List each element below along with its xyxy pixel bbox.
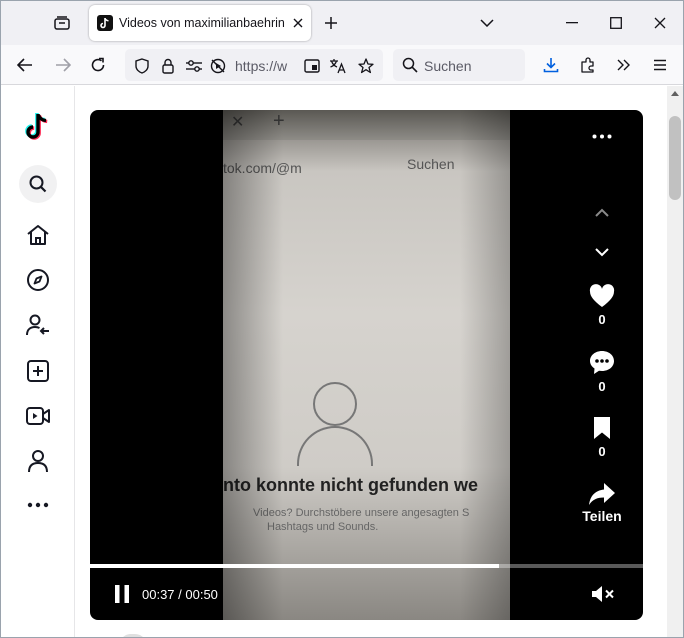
bookmark-icon[interactable] <box>592 416 612 440</box>
share-action[interactable]: Teilen <box>582 482 622 524</box>
shield-icon[interactable] <box>133 57 151 75</box>
video-frame-text: Hashtags und Sounds. <box>267 521 379 533</box>
home-icon[interactable] <box>19 216 57 254</box>
share-label: Teilen <box>582 508 622 524</box>
lock-icon[interactable] <box>159 57 177 75</box>
video-frame-detail <box>297 426 373 466</box>
save-count: 0 <box>598 444 606 459</box>
chevron-down-icon[interactable] <box>475 11 499 35</box>
tab-active[interactable]: Videos von maximilianbaehring <box>89 5 311 41</box>
video-frame-text: Suchen <box>407 156 455 172</box>
like-action[interactable]: 0 <box>582 284 622 327</box>
reader-view-icon[interactable] <box>303 57 321 75</box>
page-scrollbar[interactable] <box>667 86 683 637</box>
comment-count: 0 <box>598 379 606 394</box>
tiktok-icon <box>97 15 113 31</box>
video-frame: ✕ + tok.com/@m Suchen nto konnte nicht g… <box>223 110 510 620</box>
search-box[interactable]: Suchen <box>393 49 525 81</box>
reload-icon[interactable] <box>86 53 110 77</box>
video-progress-bar[interactable] <box>90 564 643 568</box>
scrollbar-thumb[interactable] <box>669 116 681 200</box>
search-icon[interactable] <box>19 165 57 203</box>
explore-icon[interactable] <box>19 261 57 299</box>
previous-video-icon[interactable] <box>590 202 614 222</box>
tiktok-sidebar <box>1 86 75 637</box>
comment-icon[interactable] <box>589 350 615 375</box>
search-placeholder: Suchen <box>424 58 472 74</box>
downloads-icon[interactable] <box>539 53 563 77</box>
page-content: ✕ + tok.com/@m Suchen nto konnte nicht g… <box>1 86 683 637</box>
muted-volume-icon[interactable] <box>590 584 616 604</box>
translate-icon[interactable] <box>329 57 347 75</box>
autoplay-blocked-icon[interactable] <box>209 57 227 75</box>
upload-icon[interactable] <box>19 352 57 390</box>
pause-icon[interactable] <box>112 584 132 604</box>
comment-action[interactable]: 0 <box>582 350 622 394</box>
minimize-icon[interactable] <box>557 9 587 37</box>
scroll-up-icon[interactable] <box>669 88 681 98</box>
following-icon[interactable] <box>19 306 57 344</box>
firefox-view-icon[interactable] <box>49 11 75 35</box>
more-icon[interactable] <box>19 486 57 524</box>
tab-title: Videos von maximilianbaehring <box>119 16 285 30</box>
tab-close-icon[interactable] <box>289 14 307 32</box>
profile-icon[interactable] <box>19 442 57 480</box>
video-player[interactable]: ✕ + tok.com/@m Suchen nto konnte nicht g… <box>90 110 643 620</box>
maximize-icon[interactable] <box>601 9 631 37</box>
new-tab-icon[interactable] <box>319 11 343 35</box>
share-icon[interactable] <box>588 482 616 506</box>
tiktok-logo-icon[interactable] <box>19 108 57 146</box>
video-frame-text: Videos? Durchstöbere unsere angesagten S <box>253 507 470 519</box>
avatar <box>119 634 147 637</box>
heart-icon[interactable] <box>589 284 615 308</box>
hamburger-menu-icon[interactable] <box>648 53 672 77</box>
like-count: 0 <box>598 312 606 327</box>
live-icon[interactable] <box>19 397 57 435</box>
search-icon <box>401 56 419 74</box>
tab-bar: Videos von maximilianbaehring <box>1 1 683 45</box>
video-progress-fill <box>90 564 500 568</box>
permissions-icon[interactable] <box>185 57 203 75</box>
browser-window: Videos von maximilianbaehring https://w … <box>0 0 684 638</box>
video-frame-detail <box>313 382 357 426</box>
more-options-icon[interactable] <box>590 128 614 144</box>
close-window-icon[interactable] <box>645 9 675 37</box>
forward-icon[interactable] <box>51 53 75 77</box>
bookmark-star-icon[interactable] <box>357 57 375 75</box>
save-action[interactable]: 0 <box>582 416 622 459</box>
navigation-toolbar: https://w Suchen <box>1 45 683 85</box>
url-bar[interactable]: https://w <box>125 49 383 81</box>
next-video-icon[interactable] <box>590 242 614 262</box>
video-time: 00:37 / 00:50 <box>142 587 218 602</box>
url-text: https://w <box>235 58 288 74</box>
overflow-chevron-icon[interactable] <box>612 53 636 77</box>
back-icon[interactable] <box>13 53 37 77</box>
extensions-icon[interactable] <box>576 53 600 77</box>
